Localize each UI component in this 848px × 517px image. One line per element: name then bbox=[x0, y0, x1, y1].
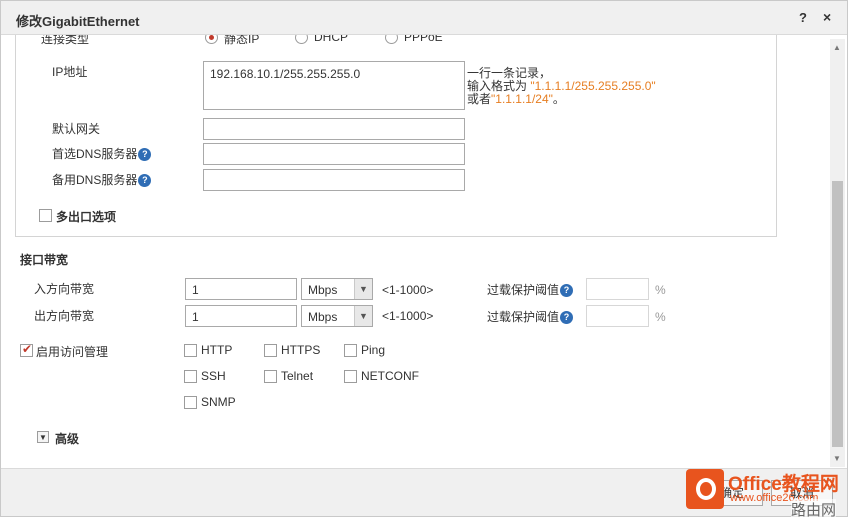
ip-hint-line3: 或者"1.1.1.1/24"。 bbox=[467, 92, 565, 106]
radio-pppoe[interactable] bbox=[385, 35, 398, 44]
radio-pppoe-label: PPPoE bbox=[404, 35, 443, 44]
ip-hint: 一行一条记录， 输入格式为 "1.1.1.1/255.255.255.0" 或者… bbox=[467, 67, 656, 106]
protocol-telnet-checkbox[interactable] bbox=[264, 370, 277, 383]
protocol-ping-label: Ping bbox=[361, 343, 386, 357]
scroll-down-icon[interactable]: ▼ bbox=[833, 454, 841, 463]
help-icon[interactable]: ? bbox=[560, 311, 574, 325]
inbound-overload-input[interactable] bbox=[586, 278, 649, 300]
protocol-netconf-checkbox[interactable] bbox=[344, 370, 357, 383]
advanced-expand-icon[interactable]: ▼ bbox=[37, 431, 49, 443]
dns-secondary-input[interactable] bbox=[203, 169, 465, 191]
protocol-ping-checkbox[interactable] bbox=[344, 344, 357, 357]
multi-egress-label: 多出口选项 bbox=[56, 210, 117, 224]
protocol-telnet-label: Telnet bbox=[281, 369, 314, 383]
watermark-site: 路由网 bbox=[791, 499, 837, 517]
protocol-ssh-label: SSH bbox=[201, 369, 226, 383]
outbound-range-label: <1-1000> bbox=[382, 309, 434, 323]
dns-primary-label: 首选DNS服务器? bbox=[52, 145, 152, 162]
multi-egress-checkbox[interactable] bbox=[39, 209, 52, 222]
protocol-http-checkbox[interactable] bbox=[184, 344, 197, 357]
scrollbar-thumb[interactable] bbox=[832, 181, 843, 447]
outbound-unit-select[interactable]: Mbps ▼ bbox=[301, 305, 373, 327]
gateway-input[interactable] bbox=[203, 118, 465, 140]
inbound-bandwidth-input[interactable]: 1 bbox=[185, 278, 297, 300]
help-icon[interactable]: ? bbox=[138, 148, 152, 162]
inbound-range-label: <1-1000> bbox=[382, 283, 434, 297]
protocol-http-label: HTTP bbox=[201, 343, 233, 357]
outbound-bandwidth-input[interactable]: 1 bbox=[185, 305, 297, 327]
connection-groupbox: 连接类型 静态IP DHCP PPPoE IP地址 192.168.10.1/2… bbox=[15, 35, 777, 237]
gateway-label: 默认网关 bbox=[52, 122, 101, 136]
protocol-ssh-checkbox[interactable] bbox=[184, 370, 197, 383]
radio-static-ip-label: 静态IP bbox=[224, 35, 260, 46]
edit-interface-dialog: 修改GigabitEthernet ? × 连接类型 静态IP DHCP PPP… bbox=[0, 0, 848, 517]
dialog-titlebar: 修改GigabitEthernet ? × bbox=[1, 1, 847, 35]
dns-primary-input[interactable] bbox=[203, 143, 465, 165]
advanced-label[interactable]: 高级 bbox=[55, 430, 79, 447]
ip-address-label: IP地址 bbox=[52, 65, 88, 79]
access-management-label: 启用访问管理 bbox=[36, 345, 109, 359]
protocol-https-label: HTTPS bbox=[281, 343, 321, 357]
vertical-scrollbar[interactable]: ▲ ▼ bbox=[830, 39, 845, 467]
protocol-netconf-label: NETCONF bbox=[361, 369, 419, 383]
ip-address-textarea[interactable]: 192.168.10.1/255.255.255.0 bbox=[203, 61, 465, 110]
inbound-percent-label: % bbox=[655, 283, 666, 297]
help-icon[interactable]: ? bbox=[138, 174, 152, 188]
chevron-down-icon: ▼ bbox=[354, 306, 372, 326]
bandwidth-section-title: 接口带宽 bbox=[20, 253, 69, 267]
help-icon[interactable]: ? bbox=[560, 284, 574, 298]
dialog-body: 连接类型 静态IP DHCP PPPoE IP地址 192.168.10.1/2… bbox=[6, 35, 828, 467]
close-icon[interactable]: × bbox=[823, 9, 831, 25]
dns-secondary-label: 备用DNS服务器? bbox=[52, 171, 152, 188]
chevron-down-icon: ▼ bbox=[354, 279, 372, 299]
outbound-overload-label: 过载保护阈值? bbox=[487, 308, 574, 325]
outbound-percent-label: % bbox=[655, 310, 666, 324]
scroll-up-icon[interactable]: ▲ bbox=[833, 43, 841, 52]
protocol-https-checkbox[interactable] bbox=[264, 344, 277, 357]
connection-type-label: 连接类型 bbox=[41, 35, 90, 46]
inbound-unit-select[interactable]: Mbps ▼ bbox=[301, 278, 373, 300]
watermark: Office教程网 www.office26.com 路由网 bbox=[684, 467, 848, 517]
access-management-checkbox[interactable] bbox=[20, 342, 33, 357]
radio-dhcp[interactable] bbox=[295, 35, 308, 44]
outbound-overload-input[interactable] bbox=[586, 305, 649, 327]
help-icon[interactable]: ? bbox=[799, 10, 807, 25]
inbound-bandwidth-label: 入方向带宽 bbox=[34, 282, 95, 296]
office-logo-icon bbox=[686, 469, 724, 509]
protocol-snmp-label: SNMP bbox=[201, 395, 236, 409]
inbound-overload-label: 过载保护阈值? bbox=[487, 281, 574, 298]
radio-static-ip[interactable] bbox=[205, 35, 218, 44]
dialog-title: 修改GigabitEthernet bbox=[16, 14, 140, 29]
radio-dhcp-label: DHCP bbox=[314, 35, 349, 44]
outbound-bandwidth-label: 出方向带宽 bbox=[34, 309, 95, 323]
protocol-snmp-checkbox[interactable] bbox=[184, 396, 197, 409]
